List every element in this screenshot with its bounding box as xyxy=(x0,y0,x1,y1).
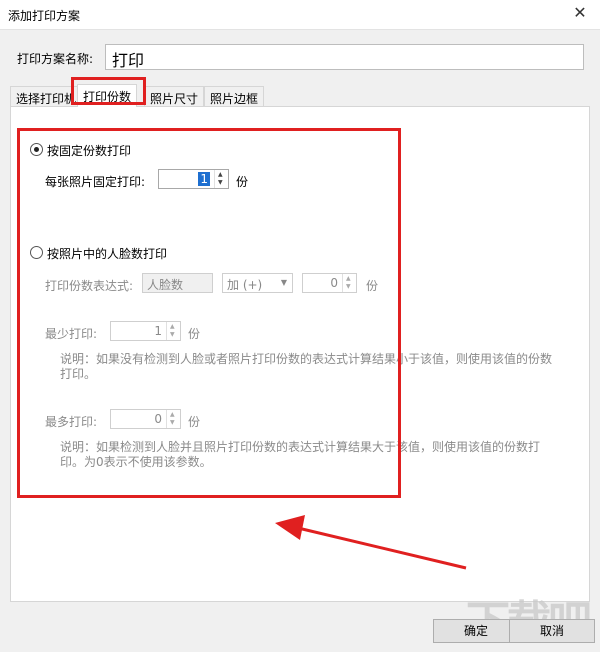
arrow-annotation-icon xyxy=(275,515,467,570)
